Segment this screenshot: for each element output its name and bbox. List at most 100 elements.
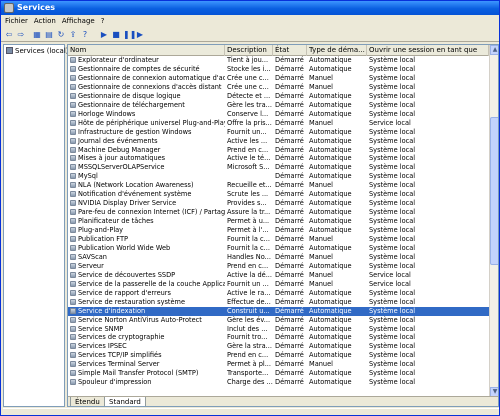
column-header-2[interactable]: État [273, 45, 307, 56]
cell-text: Système local [369, 351, 416, 360]
service-row[interactable]: Service de rapport d'erreurs Active le ra… [68, 289, 489, 298]
service-row[interactable]: Services de cryptographie Fournit tro... D… [68, 333, 489, 342]
service-cell-2: Démarré [273, 154, 307, 163]
menu-item-1[interactable]: Action [34, 17, 56, 25]
service-row[interactable]: Pare-feu de connexion Internet (ICF) / P… [68, 208, 489, 217]
console-tree-icon[interactable]: ▦ [32, 30, 42, 40]
vertical-scrollbar[interactable]: ▲ ▼ [489, 45, 498, 397]
gear-icon [70, 298, 76, 305]
export-list-icon[interactable]: ⇪ [68, 30, 78, 40]
cell-text: Manuel [309, 73, 333, 82]
service-cell-2: Démarré [273, 244, 307, 253]
back-arrow-icon[interactable]: ⇦ [4, 30, 14, 40]
service-cell-2: Démarré [273, 271, 307, 280]
service-row[interactable]: Service d'indexation Construit u... Démarr… [68, 306, 489, 316]
start-service-icon[interactable]: ▶ [99, 30, 109, 40]
service-row[interactable]: Service de découvertes SSDP Active la dé.… [68, 271, 489, 280]
column-header-3[interactable]: Type de déma... [307, 45, 367, 56]
service-row[interactable]: Infrastructure de gestion Windows Fournit… [68, 128, 489, 137]
menu-item-0[interactable]: Fichier [5, 17, 28, 25]
service-cell-1: Transporte... [225, 369, 273, 378]
service-cell-0: Publication World Wide Web [68, 244, 225, 253]
stop-service-icon[interactable]: ■ [111, 30, 121, 40]
cell-text: Prend en c... [227, 261, 269, 270]
forward-arrow-icon[interactable]: ⇨ [16, 30, 26, 40]
cell-text: Charge des ... [227, 378, 273, 387]
cell-text: Système local [369, 100, 416, 109]
service-row[interactable]: Service SNMP Inclut des ... Démarré Automat… [68, 325, 489, 334]
refresh-icon[interactable]: ↻ [56, 30, 66, 40]
service-row[interactable]: Gestionnaire de disque logique Détecte et… [68, 92, 489, 101]
service-row[interactable]: Gestionnaire de connexions d'accès dista… [68, 83, 489, 92]
service-row[interactable]: Gestionnaire de comptes de sécurité Stock… [68, 65, 489, 74]
menu-item-3[interactable]: ? [101, 17, 105, 25]
service-cell-3: Automatique [307, 101, 367, 110]
gear-icon [70, 379, 76, 386]
cell-text: Système local [369, 208, 416, 217]
service-row[interactable]: Service de restauration système Effectue … [68, 298, 489, 307]
menu-item-2[interactable]: Affichage [62, 17, 95, 25]
cell-text: Service de la passerelle de la couche Ap… [78, 279, 225, 288]
service-row[interactable]: Journal des événements Active les ... Déma… [68, 137, 489, 146]
pause-service-icon[interactable]: ❚❚ [123, 30, 136, 40]
cell-text: Gère la stra... [227, 342, 272, 351]
gear-icon [70, 352, 76, 359]
service-row[interactable]: Service de la passerelle de la couche Ap… [68, 280, 489, 289]
service-row[interactable]: Horloge Windows Conserve l... Démarré Autom… [68, 110, 489, 119]
service-row[interactable]: NLA (Network Location Awareness) Recueill… [68, 181, 489, 190]
service-cell-3: Automatique [307, 342, 367, 351]
service-cell-2: Démarré [273, 208, 307, 217]
service-row[interactable]: Gestionnaire de téléchargement Gère les t… [68, 101, 489, 110]
service-row[interactable]: SAVScan Handles No... Démarré Manuel Système… [68, 253, 489, 262]
service-row[interactable]: Notification d'événement système Scrute l… [68, 190, 489, 199]
properties-icon[interactable]: ▤ [44, 30, 54, 40]
service-row[interactable]: Hôte de périphérique universel Plug-and-… [68, 119, 489, 128]
service-row[interactable]: MSSQLServerOLAPService Microsoft S... Déma… [68, 163, 489, 172]
cell-text: Manuel [309, 252, 333, 261]
service-cell-1: Prend en c... [225, 262, 273, 271]
service-row[interactable]: Simple Mail Transfer Protocol (SMTP) Tran… [68, 369, 489, 378]
cell-text: Système local [369, 324, 416, 333]
service-row[interactable]: Explorateur d'ordinateur Tient à jou... Dé… [68, 56, 489, 65]
service-row[interactable]: Planificateur de tâches Permet à u... Déma… [68, 217, 489, 226]
service-row[interactable]: Services Terminal Server Permet à pl... Dé… [68, 360, 489, 369]
column-header-1[interactable]: Description [225, 45, 273, 56]
service-row[interactable]: Service Norton AntiVirus Auto-Protect Gèr… [68, 316, 489, 325]
tab-1[interactable]: Standard [104, 397, 146, 406]
service-row[interactable]: Mises à jour automatiques Active le té...… [68, 154, 489, 163]
column-header-4[interactable]: Ouvrir une session en tant que [367, 45, 489, 56]
service-row[interactable]: Publication World Wide Web Fournit la c..… [68, 244, 489, 253]
gear-icon [70, 83, 76, 90]
title-bar[interactable]: Services [1, 1, 499, 15]
cell-text: Démarré [275, 288, 304, 297]
service-row[interactable]: Plug-and-Play Permet à l'... Démarré Automa… [68, 226, 489, 235]
gear-icon [70, 361, 76, 368]
scroll-up-arrow-icon[interactable]: ▲ [490, 45, 498, 55]
cell-text: Système local [369, 217, 416, 226]
service-row[interactable]: Services TCP/IP simplifiés Prend en c... D… [68, 351, 489, 360]
cell-text: Système local [369, 163, 416, 172]
service-row[interactable]: Gestionnaire de connexion automatique d'… [68, 74, 489, 83]
cell-text: Plug-and-Play [78, 226, 124, 235]
service-cell-1: Fournit tro... [225, 333, 273, 342]
restart-service-icon[interactable]: ▶ [135, 30, 145, 40]
service-row[interactable]: Machine Debug Manager Prend en c... Démarr… [68, 146, 489, 155]
cell-text: SAVScan [78, 252, 107, 261]
service-cell-1: Tient à jou... [225, 56, 273, 65]
tree-item-services-local[interactable]: Services (local) [6, 46, 69, 56]
service-row[interactable]: Spouleur d'impression Charge des ... Démar… [68, 378, 489, 387]
service-row[interactable]: MySql Démarré Automatique Système local [68, 172, 489, 181]
service-cell-1: Fournit la c... [225, 235, 273, 244]
cell-text: Système local [369, 199, 416, 208]
scrollbar-thumb[interactable] [490, 117, 498, 265]
column-header-0[interactable]: Nom [68, 45, 225, 56]
service-row[interactable]: Publication FTP Fournit la c... Démarré Man… [68, 235, 489, 244]
service-row[interactable]: NVIDIA Display Driver Service Provides s.… [68, 199, 489, 208]
service-cell-3: Automatique [307, 110, 367, 119]
service-row[interactable]: Services IPSEC Gère la stra... Démarré Auto… [68, 342, 489, 351]
help-icon[interactable]: ? [80, 30, 90, 40]
service-row[interactable]: Serveur Prend en c... Démarré Automatique Sy… [68, 262, 489, 271]
service-cell-4: Système local [367, 172, 489, 181]
service-cell-2: Démarré [273, 217, 307, 226]
tab-0[interactable]: Étendu [70, 397, 105, 406]
